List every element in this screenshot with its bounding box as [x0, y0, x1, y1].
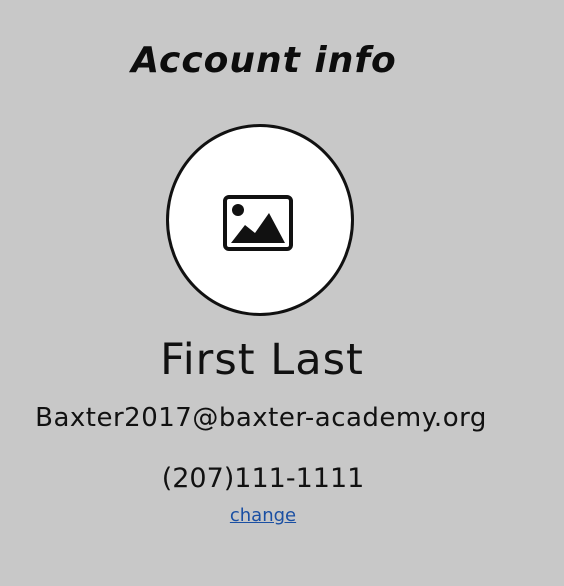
- image-placeholder-icon: [223, 195, 293, 251]
- page-title: Account info: [131, 40, 397, 81]
- avatar: [166, 124, 354, 316]
- change-link-wrapper: change: [0, 505, 526, 526]
- profile-phone: (207)111-1111: [161, 463, 365, 494]
- change-link[interactable]: change: [230, 505, 296, 526]
- profile-email: Baxter2017@baxter-academy.org: [35, 403, 487, 433]
- profile-name: First Last: [160, 335, 364, 385]
